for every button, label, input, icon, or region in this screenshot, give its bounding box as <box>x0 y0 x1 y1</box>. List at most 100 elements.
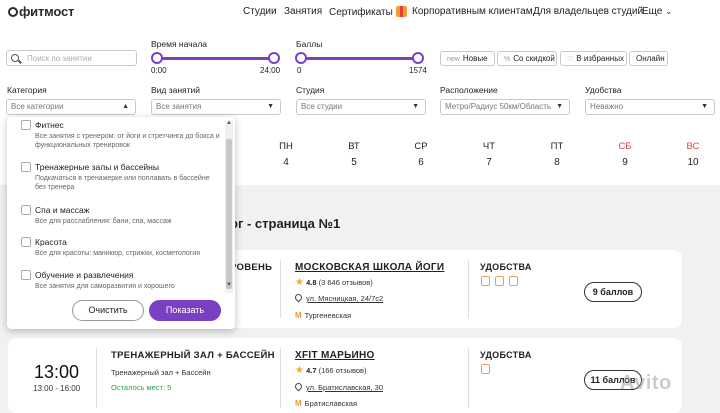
class-subtitle: Тренажерный зал + Бассейн <box>111 368 211 377</box>
studio-label: Студия <box>296 85 325 95</box>
points-min-value: 0 <box>297 66 302 75</box>
time-min-value: 0:00 <box>151 66 167 75</box>
caret-down-icon: ▼ <box>267 103 274 110</box>
class-card[interactable]: 13:00 13:00 - 16:00 ТРЕНАЖЕРНЫЙ ЗАЛ + БА… <box>8 338 682 413</box>
divider <box>280 348 281 408</box>
divider <box>468 260 469 318</box>
logo[interactable]: фитмост <box>8 4 74 19</box>
rating: ★ 4.7 (166 отзывов) <box>295 365 367 376</box>
amenities-heading: УДОБСТВА <box>480 350 532 360</box>
type-label: Вид занятий <box>151 85 201 95</box>
caret-down-icon: ▼ <box>701 103 708 110</box>
scroll-up-icon[interactable]: ▲ <box>226 120 232 126</box>
nav-studios[interactable]: Студии <box>243 6 277 17</box>
star-icon: ★ <box>295 277 304 288</box>
towel-icon <box>481 364 490 374</box>
checkbox[interactable] <box>21 237 31 247</box>
day-name[interactable]: ПТ <box>547 141 567 152</box>
chip-online[interactable]: Онлайн <box>629 51 668 66</box>
studio-name[interactable]: МОСКОВСКАЯ ШКОЛА ЙОГИ <box>295 262 444 273</box>
category-label: Категория <box>7 85 47 95</box>
address[interactable]: ул. Братиславская, 30 <box>293 381 383 392</box>
metro-icon: M <box>295 311 302 320</box>
location-select[interactable]: Метро/Радиус 50км/Область ▼ <box>440 99 570 115</box>
watermark: Avito <box>620 372 672 394</box>
metro-icon: M <box>295 399 302 408</box>
time-slider-max-knob[interactable] <box>268 52 280 64</box>
nav-certificates[interactable]: Сертификаты <box>329 6 407 18</box>
category-option-spa[interactable]: Спа и массаж Все для расслабления: бани,… <box>21 205 217 225</box>
day-name[interactable]: ЧТ <box>479 141 499 152</box>
nav-classes[interactable]: Занятия <box>284 6 322 17</box>
class-time: 13:00 <box>34 362 80 382</box>
nav-owners[interactable]: Для владельцев студий <box>533 6 643 17</box>
category-option-education[interactable]: Обучение и развлечения Все занятия для с… <box>21 270 217 290</box>
scrollbar-thumb[interactable] <box>226 139 232 289</box>
heart-icon: ♡ <box>567 56 574 63</box>
day-name[interactable]: ВТ <box>344 141 364 152</box>
locker-icon <box>481 276 490 286</box>
search-input[interactable] <box>27 52 132 64</box>
time-max-value: 24:00 <box>260 66 281 75</box>
book-price-button[interactable]: 9 баллов <box>584 282 642 302</box>
type-select[interactable]: Все занятия ▼ <box>151 99 281 115</box>
points-slider-min-knob[interactable] <box>295 52 307 64</box>
top-header: фитмост Студии Занятия Сертификаты Корпо… <box>0 0 720 24</box>
day-number[interactable]: 5 <box>344 157 364 168</box>
search-box[interactable] <box>6 50 137 66</box>
star-icon: ★ <box>295 365 304 376</box>
checkbox[interactable] <box>21 270 31 280</box>
map-pin-icon <box>293 292 304 303</box>
class-title[interactable]: ТРЕНАЖЕРНЫЙ ЗАЛ + БАССЕЙН <box>111 350 275 361</box>
metro-station: M Тургеневская <box>295 311 352 320</box>
studio-select[interactable]: Все студии ▼ <box>296 99 426 115</box>
day-number[interactable]: 10 <box>683 157 703 168</box>
location-label: Расположение <box>440 85 498 95</box>
day-number[interactable]: 4 <box>276 157 296 168</box>
divider <box>280 260 281 318</box>
amenities-select[interactable]: Неважно ▼ <box>585 99 715 115</box>
nav-more[interactable]: Еще ⌄ <box>642 6 672 17</box>
chip-discount[interactable]: % Со скидкой <box>497 51 557 66</box>
towel-icon <box>509 276 518 286</box>
day-name[interactable]: ПН <box>276 141 296 152</box>
scroll-down-icon[interactable]: ▼ <box>226 282 232 288</box>
points-slider-track[interactable] <box>301 57 418 60</box>
class-time-range: 13:00 - 16:00 <box>33 384 81 393</box>
caret-down-icon: ▼ <box>556 103 563 110</box>
studio-name[interactable]: XFIT МАРЬИНО <box>295 350 375 361</box>
page-heading: ог - страница №1 <box>230 216 341 231</box>
chip-favorites[interactable]: ♡ В избранных <box>560 51 627 66</box>
checkbox[interactable] <box>21 120 31 130</box>
day-number[interactable]: 9 <box>615 157 635 168</box>
metro-station: M Братиславская <box>295 399 358 408</box>
category-select[interactable]: Все категории ▲ <box>6 99 136 115</box>
chip-new[interactable]: new Новые <box>440 51 495 66</box>
time-slider-track[interactable] <box>157 57 274 60</box>
class-title[interactable]: РОВЕНЬ <box>230 262 272 273</box>
time-slider-min-knob[interactable] <box>151 52 163 64</box>
checkbox[interactable] <box>21 205 31 215</box>
day-number[interactable]: 7 <box>479 157 499 168</box>
logo-icon <box>8 7 18 17</box>
day-name[interactable]: СР <box>411 141 431 152</box>
category-option-gyms[interactable]: Тренажерные залы и бассейны Подкачаться … <box>21 162 217 192</box>
address[interactable]: ул. Мясницкая, 24/7с2 <box>293 292 383 303</box>
search-icon <box>11 54 19 62</box>
day-name[interactable]: ВС <box>683 141 703 152</box>
points-max-value: 1574 <box>409 66 427 75</box>
clear-button[interactable]: Очистить <box>72 300 144 321</box>
category-option-fitness[interactable]: Фитнес Все занятия с тренером: от йоги и… <box>21 120 220 150</box>
divider <box>468 348 469 408</box>
nav-corporate[interactable]: Корпоративным клиентам <box>412 6 533 17</box>
seats-left: Осталось мест: 5 <box>111 383 172 392</box>
checkbox[interactable] <box>21 162 31 172</box>
category-option-beauty[interactable]: Красота Все для красоты: маникюр, стрижк… <box>21 237 217 257</box>
show-button[interactable]: Показать <box>149 300 221 321</box>
divider <box>96 348 97 408</box>
category-dropdown: Фитнес Все занятия с тренером: от йоги и… <box>7 117 235 329</box>
points-slider-max-knob[interactable] <box>412 52 424 64</box>
day-name[interactable]: СБ <box>615 141 635 152</box>
day-number[interactable]: 8 <box>547 157 567 168</box>
day-number[interactable]: 6 <box>411 157 431 168</box>
